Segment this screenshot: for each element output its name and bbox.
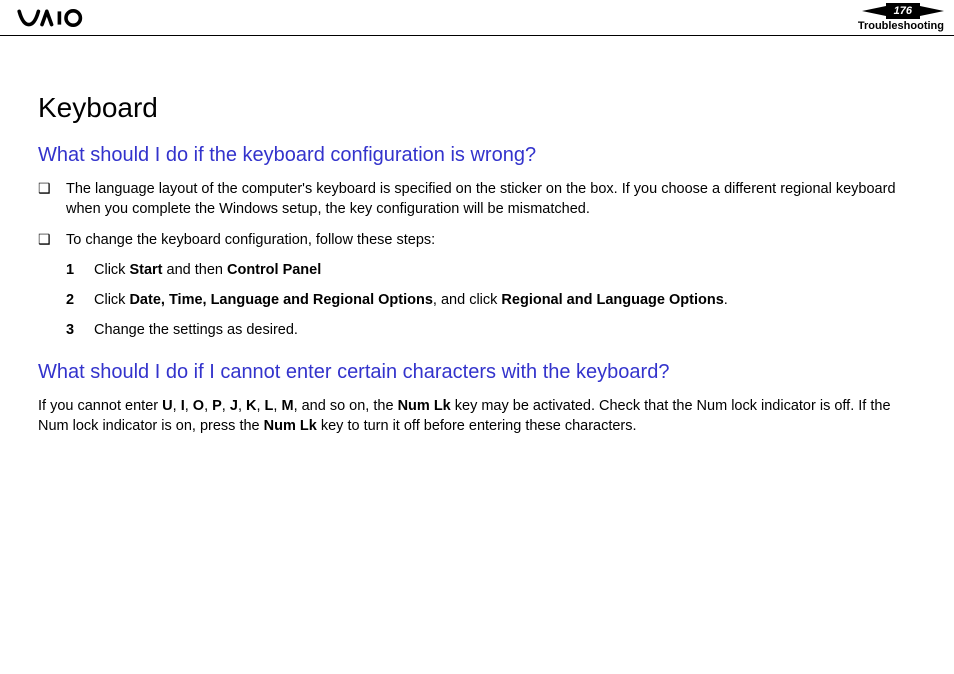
header-right: 176 Troubleshooting	[858, 3, 944, 32]
text: ,	[238, 398, 246, 414]
bold-text: K	[246, 398, 256, 414]
page-content: Keyboard What should I do if the keyboar…	[0, 36, 954, 436]
text: ,	[204, 398, 212, 414]
text: , and click	[433, 292, 502, 308]
bold-text: M	[281, 398, 293, 414]
text: ,	[256, 398, 264, 414]
step-text: Change the settings as desired.	[94, 320, 916, 340]
question-2-heading: What should I do if I cannot enter certa…	[38, 361, 916, 384]
page-header: 176 Troubleshooting	[0, 0, 954, 36]
question-1-heading: What should I do if the keyboard configu…	[38, 144, 916, 167]
list-item: 2 Click Date, Time, Language and Regiona…	[66, 290, 916, 310]
page-number: 176	[886, 3, 920, 19]
bullet-item: ❑ The language layout of the computer's …	[38, 179, 916, 220]
text: and then	[163, 262, 228, 278]
step-number: 2	[66, 290, 94, 310]
bold-text: Regional and Language Options	[501, 292, 723, 308]
nav-prev-icon[interactable]	[862, 3, 886, 19]
bullet-text: To change the keyboard configuration, fo…	[66, 230, 916, 250]
text: , and so on, the	[294, 398, 398, 414]
bold-text: Start	[129, 262, 162, 278]
bullet-item: ❑ To change the keyboard configuration, …	[38, 230, 916, 250]
bold-text: Num Lk	[398, 398, 451, 414]
step-text: Click Date, Time, Language and Regional …	[94, 290, 916, 310]
numbered-list: 1 Click Start and then Control Panel 2 C…	[66, 260, 916, 341]
text: Click	[94, 262, 129, 278]
bold-text: J	[230, 398, 238, 414]
list-item: 1 Click Start and then Control Panel	[66, 260, 916, 280]
text: key to turn it off before entering these…	[317, 418, 637, 434]
bullet-marker-icon: ❑	[38, 230, 66, 250]
bold-text: O	[193, 398, 204, 414]
text: ,	[173, 398, 181, 414]
list-item: 3 Change the settings as desired.	[66, 320, 916, 340]
step-text: Click Start and then Control Panel	[94, 260, 916, 280]
bold-text: Num Lk	[264, 418, 317, 434]
vaio-logo	[16, 9, 116, 27]
nav-next-icon[interactable]	[920, 3, 944, 19]
text: If you cannot enter	[38, 398, 162, 414]
section-label: Troubleshooting	[858, 20, 944, 32]
page-nav: 176	[862, 3, 944, 19]
bold-text: P	[212, 398, 222, 414]
paragraph: If you cannot enter U, I, O, P, J, K, L,…	[38, 396, 916, 437]
text: .	[724, 292, 728, 308]
bold-text: Control Panel	[227, 262, 321, 278]
bold-text: Date, Time, Language and Regional Option…	[129, 292, 432, 308]
bold-text: U	[162, 398, 172, 414]
bullet-marker-icon: ❑	[38, 179, 66, 220]
text: ,	[222, 398, 230, 414]
bullet-text: The language layout of the computer's ke…	[66, 179, 916, 220]
page-title: Keyboard	[38, 92, 916, 124]
text: ,	[185, 398, 193, 414]
step-number: 1	[66, 260, 94, 280]
step-number: 3	[66, 320, 94, 340]
text: Click	[94, 292, 129, 308]
